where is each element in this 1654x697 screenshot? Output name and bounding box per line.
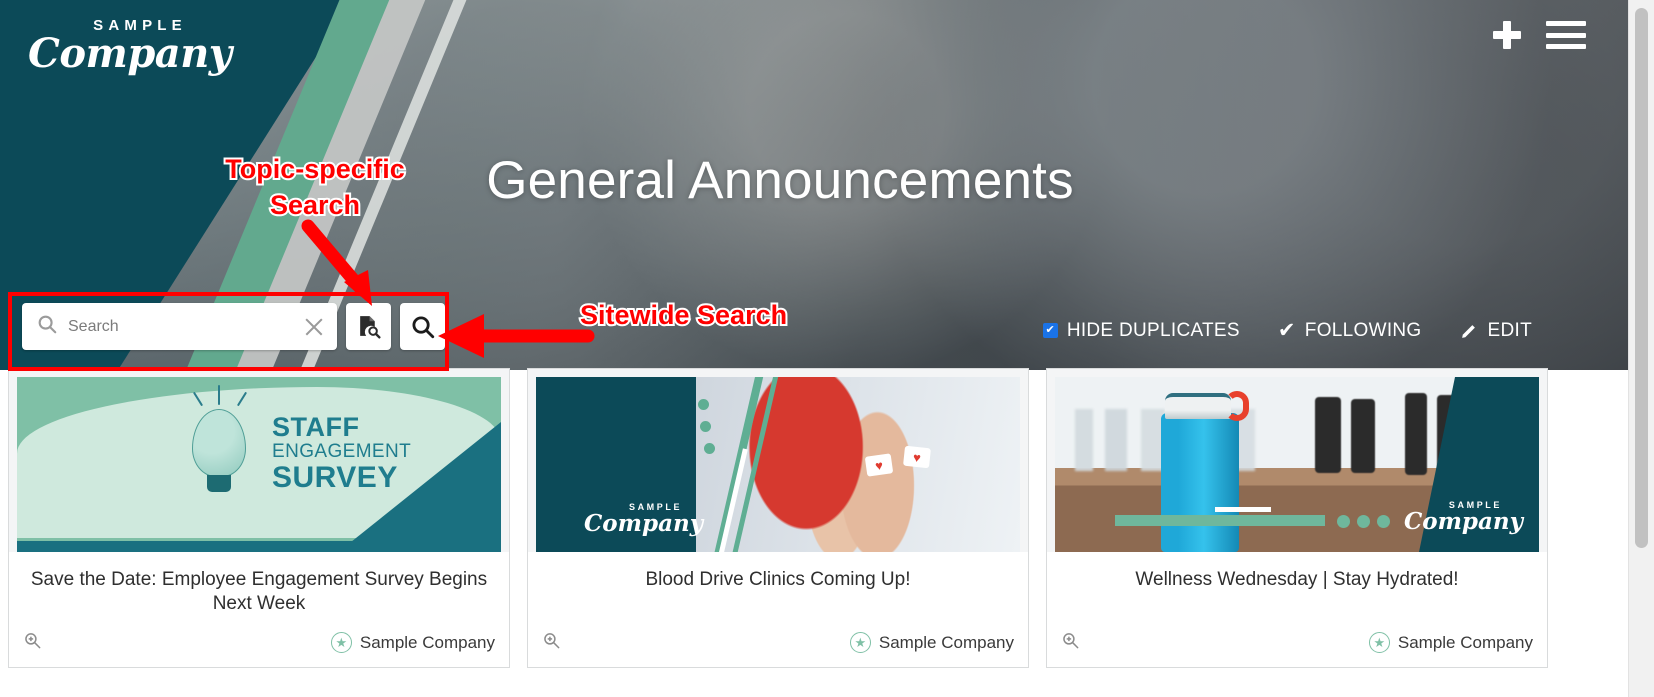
annotation-arrow-topic	[301, 219, 372, 306]
bandage-heart-icon	[864, 453, 894, 477]
card-footer: ★ Sample Company	[528, 627, 1028, 667]
hydration-graphic: SAMPLE Company	[1055, 377, 1539, 552]
announcement-card[interactable]: SAMPLE Company Wellness Wednesday | Stay…	[1046, 368, 1548, 668]
company-logo[interactable]: SAMPLE Company	[28, 18, 258, 75]
card-thumbnail[interactable]: STAFF ENGAGEMENT SURVEY	[17, 377, 501, 552]
card-footer: ★ Sample Company	[9, 627, 509, 667]
water-bottle-icon	[1161, 413, 1239, 552]
art-line-3: SURVEY	[272, 460, 398, 494]
card-media-wrapper: SAMPLE Company	[528, 369, 1028, 552]
card-source[interactable]: ★ Sample Company	[1368, 632, 1533, 654]
edit-button[interactable]: EDIT	[1460, 320, 1532, 342]
zoom-in-icon[interactable]	[542, 631, 561, 655]
header-actions	[1492, 20, 1586, 50]
annotation-topic-search: Topic-specific Search	[223, 152, 407, 222]
star-icon: ★	[849, 632, 871, 654]
announcement-card[interactable]: STAFF ENGAGEMENT SURVEY Save the Date: E…	[8, 368, 510, 668]
staff-survey-graphic: STAFF ENGAGEMENT SURVEY	[17, 377, 501, 552]
star-icon: ★	[330, 632, 352, 654]
art-line-1: STAFF	[272, 412, 360, 442]
vertical-scrollbar[interactable]	[1628, 0, 1654, 697]
card-title[interactable]: Wellness Wednesday | Stay Hydrated!	[1047, 552, 1547, 602]
card-source-label: Sample Company	[878, 632, 1014, 652]
card-source[interactable]: ★ Sample Company	[849, 632, 1014, 654]
check-icon: ✔	[1277, 319, 1296, 342]
zoom-in-icon[interactable]	[1061, 631, 1080, 655]
star-icon: ★	[1368, 632, 1390, 654]
logo-company-text: Company	[1403, 507, 1523, 535]
card-title[interactable]: Blood Drive Clinics Coming Up!	[528, 552, 1028, 602]
card-thumbnail[interactable]: SAMPLE Company	[536, 377, 1020, 552]
hide-duplicates-toggle[interactable]: HIDE DUPLICATES	[1042, 319, 1240, 342]
scrollbar-thumb[interactable]	[1635, 8, 1648, 548]
blood-drive-graphic: SAMPLE Company	[536, 377, 1020, 552]
pencil-icon	[1461, 325, 1475, 338]
card-footer: ★ Sample Company	[1047, 627, 1547, 667]
annotation-arrow-sitewide	[438, 314, 595, 358]
following-button[interactable]: ✔ FOLLOWING	[1278, 318, 1422, 343]
zoom-in-icon[interactable]	[23, 631, 42, 655]
card-source-label: Sample Company	[359, 632, 495, 652]
card-media-wrapper: STAFF ENGAGEMENT SURVEY	[9, 369, 509, 552]
card-source-label: Sample Company	[1397, 632, 1533, 652]
hero-controls: HIDE DUPLICATES ✔ FOLLOWING EDIT	[1042, 318, 1532, 343]
page-root: SAMPLE Company General Announcements Sea…	[0, 0, 1654, 697]
logo-company-text: Company	[584, 509, 704, 537]
announcement-card[interactable]: SAMPLE Company Blood Drive Clinics Comin…	[527, 368, 1029, 668]
annotation-sitewide-search: Sitewide Search	[578, 298, 789, 332]
following-label: FOLLOWING	[1304, 319, 1422, 341]
hide-duplicates-label: HIDE DUPLICATES	[1066, 319, 1240, 341]
plus-icon[interactable]	[1492, 20, 1522, 50]
hamburger-menu-icon[interactable]	[1546, 21, 1586, 49]
card-thumbnail[interactable]: SAMPLE Company	[1055, 377, 1539, 552]
bandage-heart-icon	[903, 445, 931, 469]
card-logo: SAMPLE Company	[584, 502, 704, 537]
card-media-wrapper: SAMPLE Company	[1047, 369, 1547, 552]
card-source[interactable]: ★ Sample Company	[330, 632, 495, 654]
art-line-2: ENGAGEMENT	[272, 440, 412, 462]
announcement-card-list: STAFF ENGAGEMENT SURVEY Save the Date: E…	[0, 368, 1628, 668]
edit-label: EDIT	[1487, 319, 1532, 341]
card-logo: SAMPLE Company	[1403, 500, 1523, 535]
logo-company-text: Company	[28, 30, 232, 77]
card-title[interactable]: Save the Date: Employee Engagement Surve…	[9, 552, 509, 627]
checkbox-checked-icon[interactable]	[1042, 323, 1058, 338]
